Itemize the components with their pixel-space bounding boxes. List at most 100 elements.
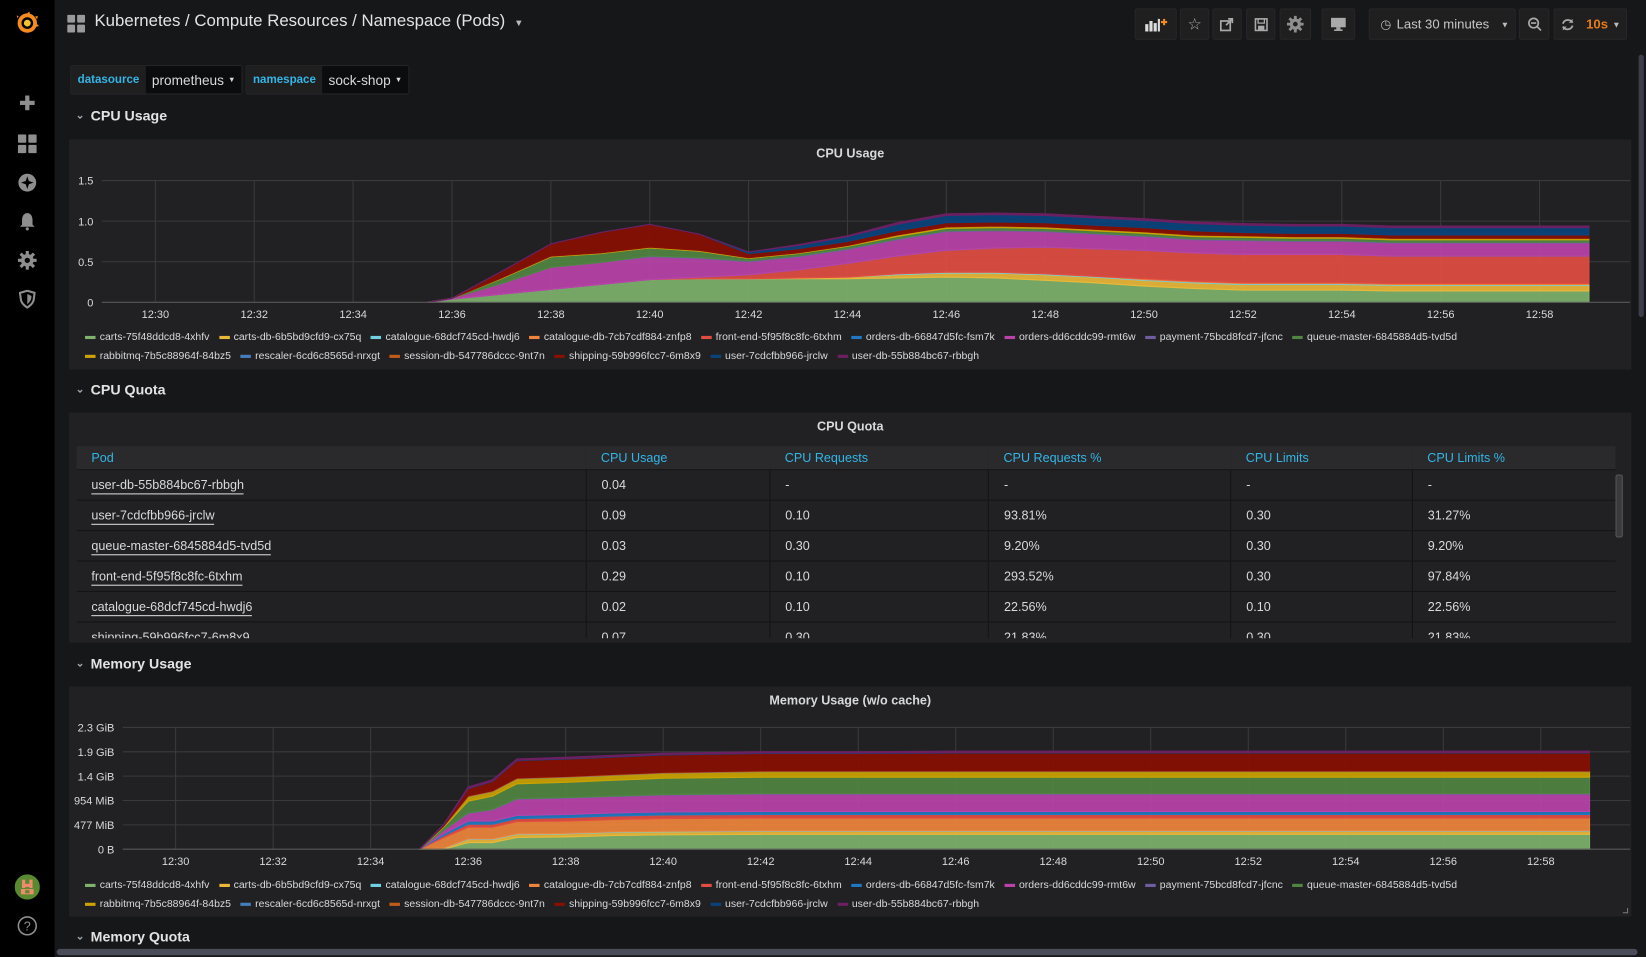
legend-item[interactable]: orders-dd6cddc99-rmt6w <box>1004 876 1136 894</box>
legend-swatch <box>240 354 251 358</box>
save-button[interactable] <box>1245 8 1276 40</box>
dashboards-grid-icon[interactable] <box>15 131 40 156</box>
table-cell: 0.04 <box>585 469 771 501</box>
help-question-icon[interactable]: ? <box>15 913 40 938</box>
time-range-picker[interactable]: ◷ Last 30 minutes ▼ <box>1368 8 1516 40</box>
table-cell: 21.83% <box>988 621 1232 639</box>
legend-item[interactable]: rabbitmq-7b5c88964f-84bz5 <box>85 895 231 913</box>
legend-item[interactable]: orders-dd6cddc99-rmt6w <box>1004 329 1136 347</box>
legend-item[interactable]: rescaler-6cd6c8565d-nrxgt <box>240 895 380 913</box>
legend-label: rescaler-6cd6c8565d-nrxgt <box>255 350 381 363</box>
share-button[interactable] <box>1212 8 1242 40</box>
explore-compass-icon[interactable] <box>15 170 40 195</box>
legend-item[interactable]: session-db-547786dccc-9nt7n <box>389 895 545 913</box>
refresh-interval-label[interactable]: 10s <box>1586 17 1608 32</box>
legend-item[interactable]: queue-master-6845884d5-tvd5d <box>1292 329 1457 347</box>
legend-item[interactable]: front-end-5f95f8c8fc-6txhm <box>700 329 842 347</box>
tv-mode-button[interactable] <box>1321 8 1356 40</box>
legend-item[interactable]: user-db-55b884bc67-rbbgh <box>837 347 979 365</box>
dashboard-settings-button[interactable] <box>1279 8 1312 40</box>
zoom-out-button[interactable] <box>1518 8 1550 40</box>
column-header[interactable]: CPU Limits % <box>1412 446 1616 470</box>
legend-item[interactable]: shipping-59b996fcc7-6m8x9 <box>554 347 701 365</box>
legend-item[interactable]: catalogue-68dcf745cd-hwdj6 <box>370 329 520 347</box>
vertical-scrollbar[interactable] <box>1638 54 1644 318</box>
legend-item[interactable]: carts-db-6b5bd9cfd9-cx75q <box>218 876 361 894</box>
legend-item[interactable]: user-db-55b884bc67-rbbgh <box>837 895 979 913</box>
namespace-select[interactable]: sock-shop ▼ <box>322 66 409 94</box>
row-cpu-quota[interactable]: ⌄ CPU Quota <box>76 382 166 398</box>
datasource-value: prometheus <box>151 71 224 88</box>
area-series-carts-75f48ddcd8-4xhfv[interactable] <box>419 833 1591 850</box>
legend-item[interactable]: rescaler-6cd6c8565d-nrxgt <box>240 347 380 365</box>
pod-link-cell[interactable]: queue-master-6845884d5-tvd5d <box>76 530 587 562</box>
legend-item[interactable]: user-7cdcfbb966-jrclw <box>710 347 828 365</box>
legend-item[interactable]: orders-db-66847d5fc-fsm7k <box>851 876 995 894</box>
refresh-picker[interactable]: 10s ▼ <box>1553 8 1628 40</box>
legend-swatch <box>700 335 712 340</box>
pod-link-cell[interactable]: user-db-55b884bc67-rbbgh <box>76 469 587 501</box>
legend-item[interactable]: carts-75f48ddcd8-4xhfv <box>85 329 209 347</box>
datasource-variable[interactable]: datasource prometheus ▼ <box>70 65 243 95</box>
x-tick-label: 12:44 <box>834 309 862 321</box>
legend-item[interactable]: queue-master-6845884d5-tvd5d <box>1292 876 1457 894</box>
horizontal-scrollbar[interactable] <box>56 948 1638 956</box>
legend-item[interactable]: carts-75f48ddcd8-4xhfv <box>85 876 209 894</box>
pod-link[interactable]: user-db-55b884bc67-rbbgh <box>91 477 244 495</box>
legend-item[interactable]: front-end-5f95f8c8fc-6txhm <box>700 876 842 894</box>
table-scrollbar[interactable] <box>1615 474 1623 538</box>
panel-title[interactable]: Memory Usage (w/o cache) <box>70 693 1630 708</box>
row-memory-usage[interactable]: ⌄ Memory Usage <box>76 656 192 672</box>
column-header[interactable]: CPU Usage <box>586 446 771 470</box>
pod-link[interactable]: queue-master-6845884d5-tvd5d <box>91 538 271 556</box>
configuration-gear-icon[interactable] <box>15 248 40 273</box>
legend-item[interactable]: carts-db-6b5bd9cfd9-cx75q <box>218 329 361 347</box>
table-cell: 0.30 <box>1230 560 1413 592</box>
legend-item[interactable]: orders-db-66847d5fc-fsm7k <box>851 329 995 347</box>
row-memory-quota[interactable]: ⌄ Memory Quota <box>76 929 190 945</box>
grafana-logo-icon[interactable] <box>15 10 40 35</box>
panel-title[interactable]: CPU Quota <box>70 419 1630 434</box>
table-row: user-db-55b884bc67-rbbgh 0.04- - - - <box>76 469 1616 501</box>
legend-label: orders-dd6cddc99-rmt6w <box>1018 879 1136 892</box>
column-header[interactable]: CPU Requests % <box>988 446 1232 470</box>
pod-link[interactable]: catalogue-68dcf745cd-hwdj6 <box>91 599 252 617</box>
pod-link-cell[interactable]: catalogue-68dcf745cd-hwdj6 <box>76 590 587 622</box>
column-header[interactable]: Pod <box>76 446 587 470</box>
user-avatar[interactable] <box>14 874 40 900</box>
pod-link[interactable]: shipping-59b996fcc7-6m8x9 <box>91 629 250 639</box>
pod-link[interactable]: front-end-5f95f8c8fc-6txhm <box>91 568 243 586</box>
legend-item[interactable]: catalogue-68dcf745cd-hwdj6 <box>370 876 520 894</box>
panel-title[interactable]: CPU Usage <box>70 146 1630 161</box>
x-tick-label: 12:40 <box>636 309 664 321</box>
pod-link[interactable]: user-7cdcfbb966-jrclw <box>91 508 215 525</box>
datasource-select[interactable]: prometheus ▼ <box>145 66 242 94</box>
dashboard-title[interactable]: Kubernetes / Compute Resources / Namespa… <box>94 13 523 32</box>
pod-link-cell[interactable]: front-end-5f95f8c8fc-6txhm <box>76 560 587 592</box>
server-admin-shield-icon[interactable] <box>15 287 40 312</box>
legend-item[interactable]: catalogue-db-7cb7cdf884-znfp8 <box>529 876 692 894</box>
pod-link-cell[interactable]: shipping-59b996fcc7-6m8x9 <box>76 621 587 639</box>
legend-item[interactable]: rabbitmq-7b5c88964f-84bz5 <box>85 347 231 365</box>
legend-item[interactable]: payment-75bcd8fcd7-jfcnc <box>1145 329 1283 347</box>
star-button[interactable]: ☆ <box>1179 8 1210 40</box>
legend-item[interactable]: payment-75bcd8fcd7-jfcnc <box>1145 876 1283 894</box>
legend-item[interactable]: user-7cdcfbb966-jrclw <box>710 895 828 913</box>
column-header[interactable]: CPU Requests <box>770 446 989 470</box>
legend-item[interactable]: catalogue-db-7cb7cdf884-znfp8 <box>529 329 692 347</box>
cpu-quota-panel: CPU Quota Pod CPU Usage CPU Requests CPU Re… <box>69 412 1632 643</box>
table-cell: 0.09 <box>585 499 771 531</box>
create-plus-icon[interactable] <box>15 90 40 115</box>
column-header[interactable]: CPU Limits <box>1231 446 1413 470</box>
namespace-variable[interactable]: namespace sock-shop ▼ <box>245 65 410 95</box>
alerting-bell-icon[interactable] <box>15 209 40 234</box>
add-panel-button[interactable] <box>1134 8 1177 40</box>
pod-link-cell[interactable]: user-7cdcfbb966-jrclw <box>76 499 587 531</box>
legend-item[interactable]: shipping-59b996fcc7-6m8x9 <box>554 895 701 913</box>
row-cpu-usage[interactable]: ⌄ CPU Usage <box>76 108 168 124</box>
x-tick-label: 12:48 <box>1039 856 1067 868</box>
panel-resize-handle[interactable] <box>1622 907 1629 914</box>
legend-swatch <box>85 902 96 906</box>
legend-item[interactable]: session-db-547786dccc-9nt7n <box>389 347 545 365</box>
refresh-button[interactable] <box>1555 17 1580 31</box>
